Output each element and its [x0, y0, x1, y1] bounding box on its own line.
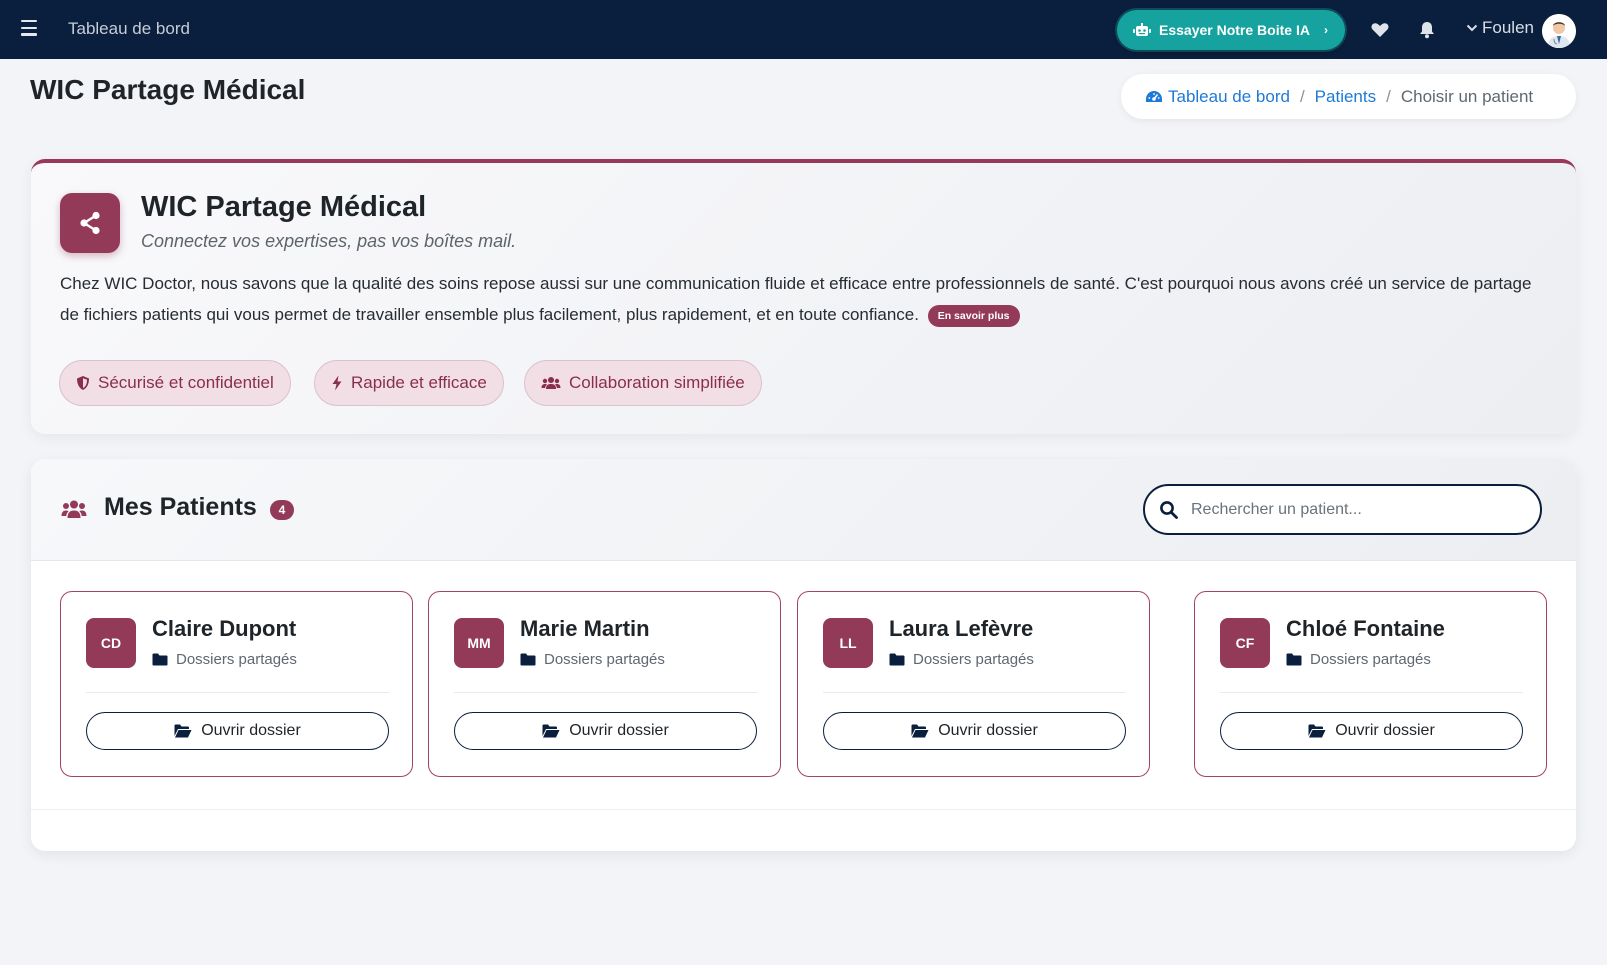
open-folder-button[interactable]: Ouvrir dossier [823, 712, 1126, 750]
folder-open-icon [174, 724, 192, 738]
breadcrumb-separator: / [1299, 86, 1305, 106]
feature-secure: Sécurisé et confidentiel [59, 360, 291, 406]
patient-search-input[interactable] [1191, 500, 1511, 519]
robot-icon [1133, 23, 1151, 36]
intro-description: Chez WIC Doctor, nous savons que la qual… [60, 268, 1550, 330]
patient-avatar: CD [86, 618, 136, 668]
patient-card: LL Laura Lefèvre Dossiers partagés Ouvri… [797, 591, 1150, 777]
card-footer-divider [31, 809, 1576, 810]
patient-name: Chloé Fontaine [1286, 616, 1445, 641]
patients-header: Mes Patients 4 [31, 459, 1576, 561]
patient-shared-files-label: Dossiers partagés [1310, 651, 1431, 668]
folder-icon [1286, 653, 1302, 666]
folder-open-icon [911, 724, 929, 738]
patients-count-badge: 4 [270, 500, 294, 520]
breadcrumb-dashboard-label: Tableau de bord [1168, 86, 1290, 106]
card-divider [1220, 692, 1523, 693]
users-icon [61, 500, 87, 518]
patient-card: CD Claire Dupont Dossiers partagés Ouvri… [60, 591, 413, 777]
patient-shared-files: Dossiers partagés [889, 651, 1034, 668]
patient-shared-files: Dossiers partagés [152, 651, 297, 668]
user-menu[interactable]: Foulen [1466, 18, 1534, 38]
feature-collaboration-label: Collaboration simplifiée [569, 373, 745, 392]
open-folder-button[interactable]: Ouvrir dossier [454, 712, 757, 750]
chevron-right-icon: › [1323, 23, 1328, 37]
feature-collaboration: Collaboration simplifiée [524, 360, 762, 406]
patient-shared-files: Dossiers partagés [520, 651, 665, 668]
patient-card: MM Marie Martin Dossiers partagés Ouvrir… [428, 591, 781, 777]
open-folder-button[interactable]: Ouvrir dossier [86, 712, 389, 750]
open-folder-label: Ouvrir dossier [938, 722, 1038, 739]
breadcrumb-current: Choisir un patient [1400, 86, 1534, 106]
try-ai-button[interactable]: Essayer Notre Boite IA › [1117, 10, 1345, 50]
gauge-icon [1146, 90, 1162, 102]
search-icon [1160, 500, 1178, 519]
nav-title[interactable]: Tableau de bord [68, 19, 190, 39]
open-folder-label: Ouvrir dossier [201, 722, 301, 739]
card-divider [86, 692, 389, 693]
feature-fast-label: Rapide et efficace [351, 373, 487, 392]
patient-shared-files-label: Dossiers partagés [544, 651, 665, 668]
patient-avatar: LL [823, 618, 873, 668]
open-folder-button[interactable]: Ouvrir dossier [1220, 712, 1523, 750]
feature-secure-label: Sécurisé et confidentiel [98, 373, 274, 392]
breadcrumb: Tableau de bord / Patients / Choisir un … [1121, 74, 1576, 119]
patient-avatar: MM [454, 618, 504, 668]
open-folder-label: Ouvrir dossier [1335, 722, 1435, 739]
folder-icon [889, 653, 905, 666]
hamburger-icon[interactable] [21, 20, 37, 38]
users-icon [541, 377, 561, 389]
user-name: Foulen [1482, 18, 1534, 37]
patient-shared-files-label: Dossiers partagés [913, 651, 1034, 668]
heart-icon[interactable] [1370, 20, 1390, 40]
shield-icon [77, 376, 89, 390]
patient-avatar: CF [1220, 618, 1270, 668]
doctor-avatar-icon [1542, 14, 1576, 48]
card-divider [454, 692, 757, 693]
folder-icon [152, 653, 168, 666]
patient-card: CF Chloé Fontaine Dossiers partagés Ouvr… [1194, 591, 1547, 777]
breadcrumb-dashboard[interactable]: Tableau de bord [1145, 87, 1290, 107]
intro-card: WIC Partage Médical Connectez vos expert… [31, 159, 1576, 434]
breadcrumb-patients[interactable]: Patients [1315, 87, 1376, 107]
feature-fast: Rapide et efficace [314, 360, 504, 406]
page-title: WIC Partage Médical [30, 74, 306, 105]
patient-search [1143, 484, 1542, 535]
learn-more-badge[interactable]: En savoir plus [927, 304, 1020, 327]
folder-open-icon [1308, 724, 1326, 738]
patients-card: Mes Patients 4 CD Claire Dupont Dossiers… [31, 459, 1576, 851]
card-divider [823, 692, 1126, 693]
intro-subtitle: Connectez vos expertises, pas vos boîtes… [141, 231, 517, 251]
folder-open-icon [542, 724, 560, 738]
patient-name: Marie Martin [520, 616, 650, 641]
bolt-icon [332, 375, 342, 391]
patient-shared-files: Dossiers partagés [1286, 651, 1431, 668]
patients-title: Mes Patients [104, 493, 257, 521]
folder-icon [520, 653, 536, 666]
top-navbar: Tableau de bord Essayer Notre Boite IA ›… [0, 0, 1607, 59]
user-avatar[interactable] [1542, 14, 1576, 48]
intro-title: WIC Partage Médical [141, 191, 427, 223]
breadcrumb-separator: / [1386, 86, 1391, 106]
patient-name: Laura Lefèvre [889, 616, 1034, 641]
try-ai-label: Essayer Notre Boite IA [1159, 22, 1310, 38]
patient-name: Claire Dupont [152, 616, 297, 641]
chevron-down-icon [1466, 24, 1478, 32]
bell-icon[interactable] [1417, 20, 1437, 40]
share-icon [60, 193, 120, 253]
open-folder-label: Ouvrir dossier [569, 722, 669, 739]
patient-shared-files-label: Dossiers partagés [176, 651, 297, 668]
intro-text: Chez WIC Doctor, nous savons que la qual… [60, 274, 1532, 324]
